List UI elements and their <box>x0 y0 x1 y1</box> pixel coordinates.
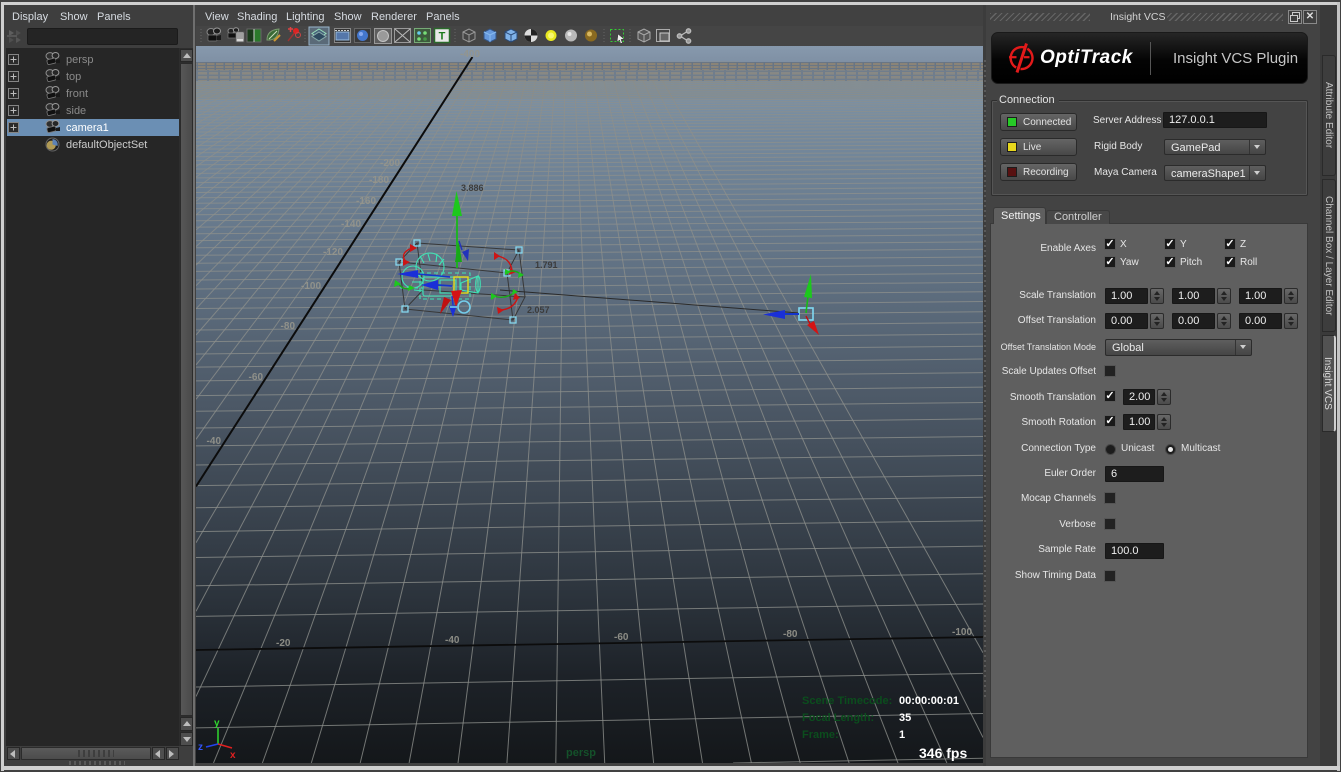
svg-text:-20: -20 <box>276 638 291 649</box>
svg-text:1.791: 1.791 <box>535 260 558 270</box>
svg-text:2.057: 2.057 <box>527 305 550 315</box>
svg-text:T: T <box>439 31 446 43</box>
svg-text:-100: -100 <box>952 627 972 638</box>
svg-text:-80: -80 <box>281 321 296 332</box>
svg-text:-200: -200 <box>380 158 400 169</box>
svg-text:-40: -40 <box>207 436 222 447</box>
svg-text:-140: -140 <box>341 219 361 230</box>
svg-text:-120: -120 <box>323 247 343 258</box>
svg-text:y: y <box>214 718 220 729</box>
svg-text:-180: -180 <box>369 175 389 186</box>
svg-text:z: z <box>198 742 203 753</box>
svg-text:-80: -80 <box>783 629 798 640</box>
svg-text:-100: -100 <box>301 281 321 292</box>
svg-text:-400: -400 <box>460 49 480 60</box>
svg-text:-60: -60 <box>614 632 629 643</box>
svg-text:x: x <box>230 750 236 761</box>
svg-text:-40: -40 <box>445 635 460 646</box>
svg-text:-160: -160 <box>356 196 376 207</box>
svg-text:-60: -60 <box>249 372 264 383</box>
svg-text:3.886: 3.886 <box>461 183 484 193</box>
